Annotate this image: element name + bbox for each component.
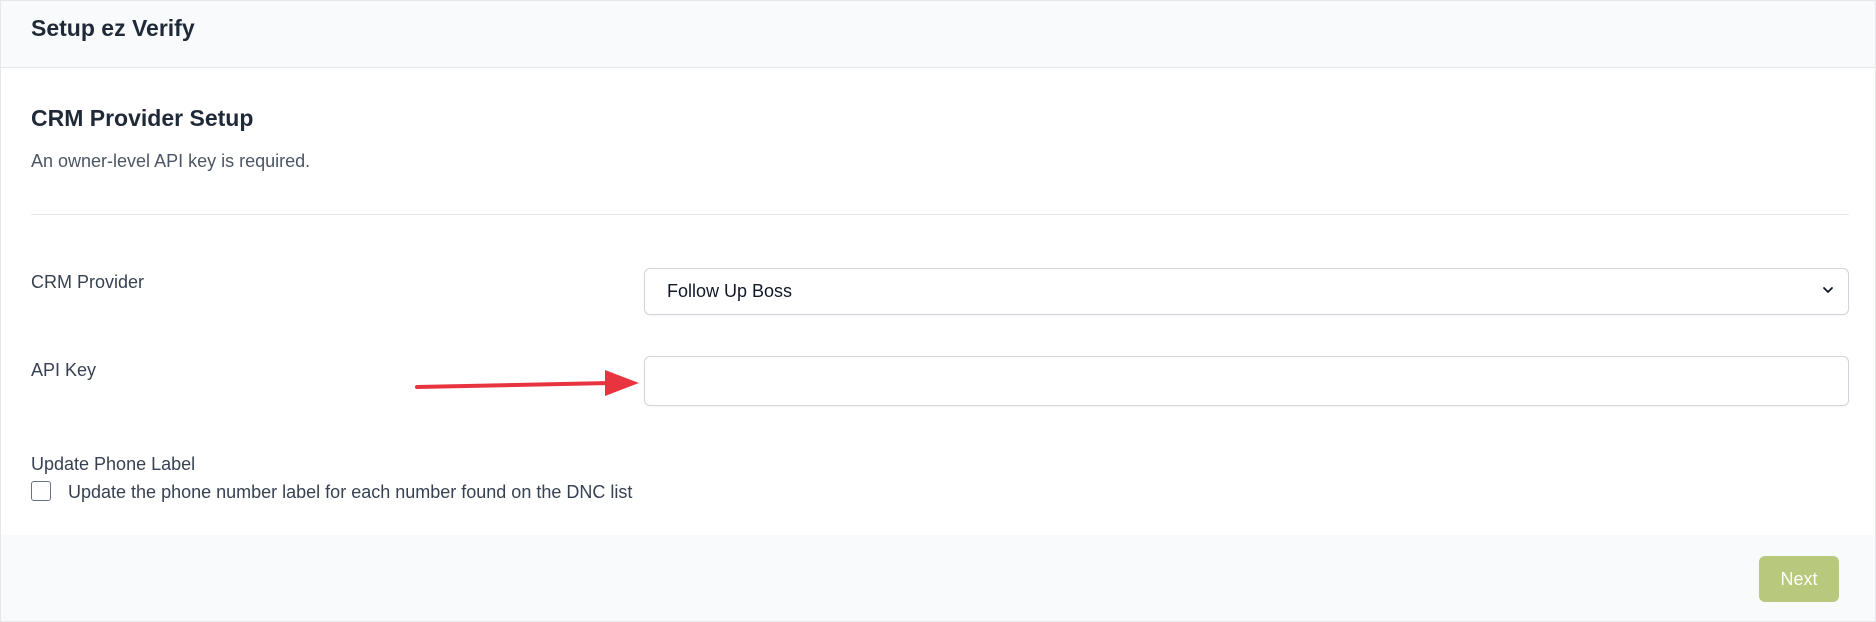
update-phone-label-checkbox-text[interactable]: Update the phone number label for each n…	[68, 482, 632, 503]
page-title: Setup ez Verify	[31, 15, 195, 41]
api-key-label: API Key	[31, 360, 97, 380]
arrow-right-icon	[415, 370, 639, 396]
crm-provider-label: CRM Provider	[31, 272, 145, 292]
setup-page: Setup ez Verify CRM Provider Setup An ow…	[0, 0, 1876, 622]
section-divider	[31, 214, 1849, 215]
section-description: An owner-level API key is required.	[31, 151, 311, 171]
update-phone-label-heading: Update Phone Label	[31, 454, 196, 474]
page-footer: Next	[1, 535, 1875, 621]
page-header: Setup ez Verify	[1, 1, 1875, 68]
crm-provider-selected-value: Follow Up Boss	[667, 281, 793, 301]
api-key-input[interactable]	[644, 356, 1849, 406]
next-button[interactable]: Next	[1759, 556, 1839, 602]
crm-provider-select[interactable]: Follow Up Boss	[644, 268, 1849, 315]
update-phone-label-checkbox[interactable]	[31, 481, 51, 501]
chevron-down-icon	[1823, 287, 1833, 293]
section-title: CRM Provider Setup	[31, 105, 254, 131]
